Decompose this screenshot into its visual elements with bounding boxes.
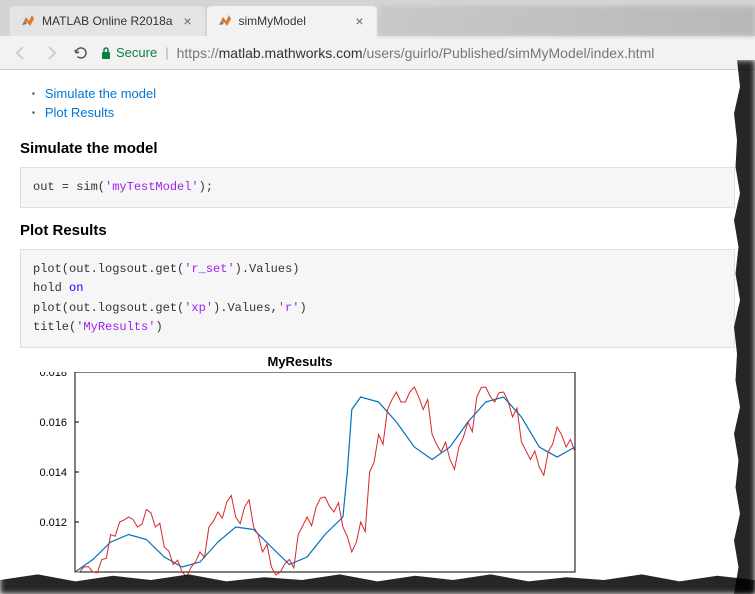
chart-title: MyResults (20, 354, 580, 369)
forward-button[interactable] (40, 42, 62, 64)
tab-bar: MATLAB Online R2018a × simMyModel × (0, 0, 755, 36)
browser-chrome: MATLAB Online R2018a × simMyModel × Secu… (0, 0, 755, 70)
svg-text:0.012: 0.012 (39, 517, 67, 529)
matlab-favicon (217, 13, 233, 29)
url-input[interactable]: https://matlab.mathworks.com/users/guirl… (177, 45, 745, 61)
toc-item: Simulate the model (32, 84, 735, 103)
plot-area (75, 372, 575, 572)
close-icon[interactable]: × (353, 14, 367, 28)
chart: MyResults 0.0120.0140.0160.018 (20, 372, 580, 582)
svg-text:0.016: 0.016 (39, 417, 67, 429)
matlab-favicon (20, 13, 36, 29)
divider: | (165, 45, 168, 60)
back-button[interactable] (10, 42, 32, 64)
toc-item: Plot Results (32, 103, 735, 122)
code-block-plot: plot(out.logsout.get('r_set').Values) ho… (20, 249, 735, 348)
toc-link-plot[interactable]: Plot Results (45, 105, 114, 120)
page-content: Simulate the model Plot Results Simulate… (0, 70, 755, 592)
secure-label: Secure (116, 45, 157, 60)
secure-badge[interactable]: Secure (100, 45, 157, 60)
tab-title: MATLAB Online R2018a (42, 14, 173, 28)
tab-title: simMyModel (239, 14, 345, 28)
tab-matlab-online[interactable]: MATLAB Online R2018a × (10, 6, 205, 36)
svg-text:0.014: 0.014 (39, 467, 67, 479)
code-block-simulate: out = sim('myTestModel'); (20, 167, 735, 208)
close-icon[interactable]: × (181, 14, 195, 28)
heading-simulate: Simulate the model (20, 140, 735, 157)
tab-simmymodel[interactable]: simMyModel × (207, 6, 377, 36)
blurred-tabs (379, 6, 755, 36)
reload-button[interactable] (70, 42, 92, 64)
toc-link-simulate[interactable]: Simulate the model (45, 86, 156, 101)
y-axis-ticks: 0.012 0.014 0.016 0.018 (39, 372, 79, 529)
heading-plot: Plot Results (20, 222, 735, 239)
chart-svg: 0.012 0.014 0.016 0.018 (20, 372, 580, 582)
toc: Simulate the model Plot Results (32, 84, 735, 122)
svg-text:0.018: 0.018 (39, 372, 67, 379)
address-bar: Secure | https://matlab.mathworks.com/us… (0, 36, 755, 70)
lock-icon (100, 46, 112, 60)
